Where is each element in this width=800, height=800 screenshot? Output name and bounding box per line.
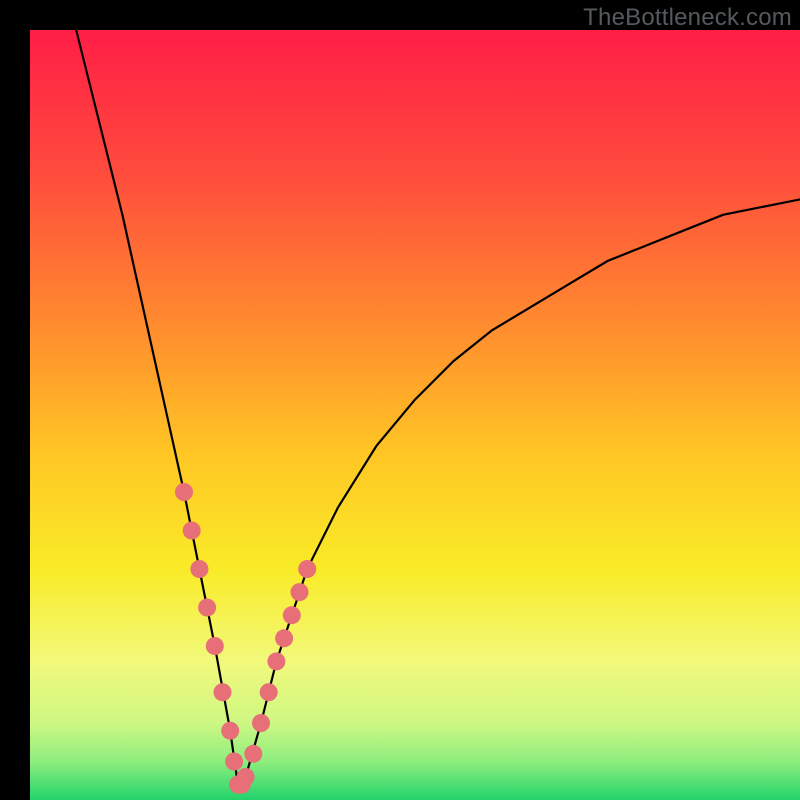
marker-dot bbox=[298, 560, 316, 578]
marker-dot bbox=[267, 652, 285, 670]
marker-dot bbox=[190, 560, 208, 578]
marker-dot bbox=[214, 683, 232, 701]
marker-dot bbox=[206, 637, 224, 655]
curve-layer bbox=[30, 30, 800, 800]
bottleneck-curve bbox=[76, 30, 800, 785]
marker-dot bbox=[275, 629, 293, 647]
marker-dot bbox=[260, 683, 278, 701]
marker-group bbox=[175, 483, 316, 794]
chart-frame: TheBottleneck.com bbox=[0, 0, 800, 800]
plot-area bbox=[30, 30, 800, 800]
marker-dot bbox=[283, 606, 301, 624]
marker-dot bbox=[198, 599, 216, 617]
marker-dot bbox=[244, 745, 262, 763]
watermark-text: TheBottleneck.com bbox=[583, 4, 792, 32]
marker-dot bbox=[252, 714, 270, 732]
marker-dot bbox=[225, 753, 243, 771]
marker-dot bbox=[183, 522, 201, 540]
marker-dot bbox=[221, 722, 239, 740]
marker-dot bbox=[175, 483, 193, 501]
marker-dot bbox=[237, 768, 255, 786]
marker-dot bbox=[291, 583, 309, 601]
